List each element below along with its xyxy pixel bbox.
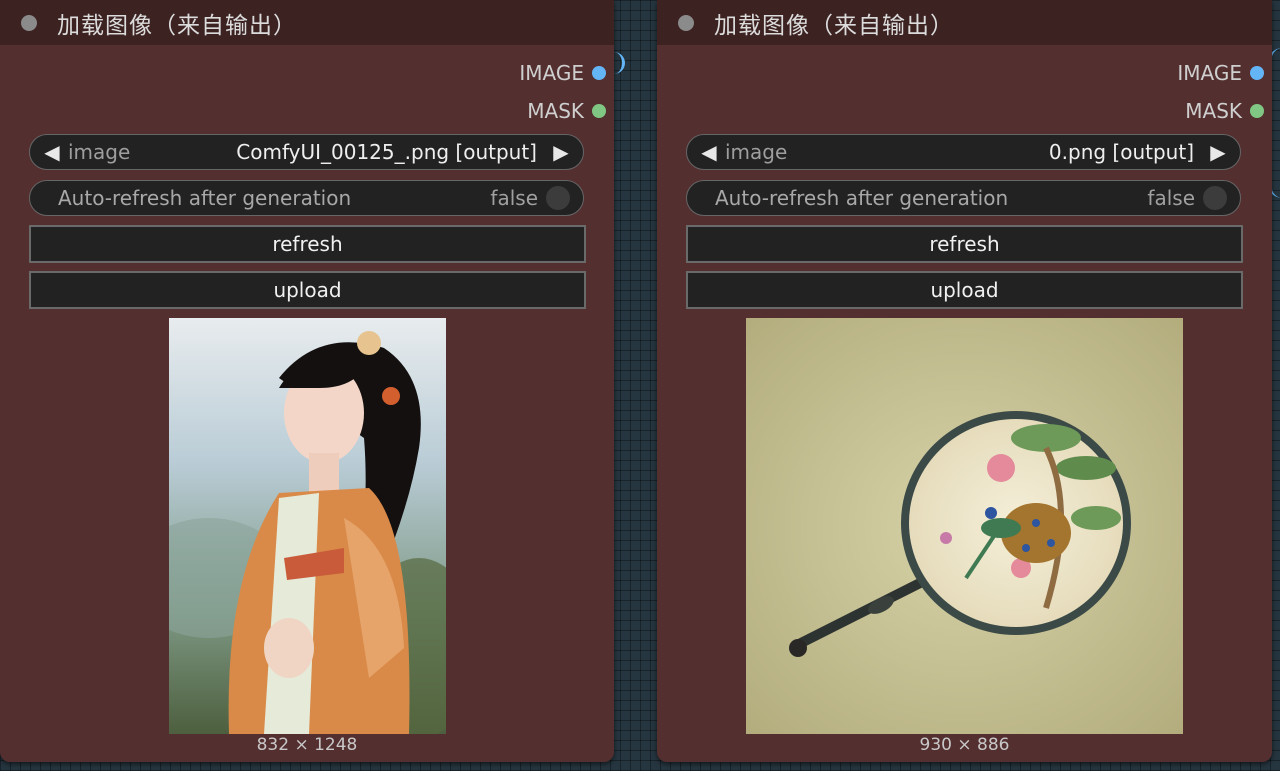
node-title: 加载图像（来自输出） bbox=[57, 12, 297, 39]
output-mask[interactable]: MASK bbox=[527, 99, 606, 123]
image-preview bbox=[746, 318, 1183, 734]
refresh-button[interactable]: refresh bbox=[686, 225, 1243, 263]
output-mask-socket[interactable] bbox=[1250, 104, 1264, 118]
node-title: 加载图像（来自输出） bbox=[714, 12, 954, 39]
auto-refresh-toggle[interactable]: Auto-refresh after generation false bbox=[29, 180, 584, 216]
toggle-knob[interactable] bbox=[1203, 186, 1227, 210]
portrait-image bbox=[169, 318, 446, 734]
combo-name: image bbox=[725, 140, 788, 164]
image-combo-widget[interactable]: ◀ image ComfyUI_00125_.png [output] ▶ bbox=[29, 134, 584, 170]
combo-value[interactable]: ComfyUI_00125_.png [output] bbox=[130, 140, 537, 164]
upload-button[interactable]: upload bbox=[686, 271, 1243, 309]
combo-next-arrow-icon[interactable]: ▶ bbox=[547, 140, 575, 164]
refresh-button[interactable]: refresh bbox=[29, 225, 586, 263]
upload-button[interactable]: upload bbox=[29, 271, 586, 309]
output-image-label: IMAGE bbox=[1177, 61, 1242, 85]
image-preview bbox=[169, 318, 446, 734]
toggle-value: false bbox=[490, 186, 538, 210]
combo-prev-arrow-icon[interactable]: ◀ bbox=[38, 140, 66, 164]
fan-image bbox=[746, 318, 1183, 734]
toggle-label: Auto-refresh after generation bbox=[715, 186, 1009, 210]
output-image[interactable]: IMAGE bbox=[519, 61, 606, 85]
node-title-bar[interactable]: 加载图像（来自输出） bbox=[0, 0, 614, 45]
preview-dimensions: 930 × 886 bbox=[919, 735, 1010, 755]
output-image[interactable]: IMAGE bbox=[1177, 61, 1264, 85]
combo-name: image bbox=[68, 140, 131, 164]
toggle-knob[interactable] bbox=[546, 186, 570, 210]
preview-dimensions: 832 × 1248 bbox=[256, 735, 358, 755]
combo-next-arrow-icon[interactable]: ▶ bbox=[1204, 140, 1232, 164]
output-mask-socket[interactable] bbox=[592, 104, 606, 118]
toggle-value: false bbox=[1147, 186, 1195, 210]
load-image-node-1[interactable]: 加载图像（来自输出） IMAGE MASK ◀ image ComfyUI_00… bbox=[0, 0, 614, 762]
combo-prev-arrow-icon[interactable]: ◀ bbox=[695, 140, 723, 164]
auto-refresh-toggle[interactable]: Auto-refresh after generation false bbox=[686, 180, 1241, 216]
node-title-bar[interactable]: 加载图像（来自输出） bbox=[657, 0, 1272, 45]
output-image-socket[interactable] bbox=[1250, 66, 1264, 80]
output-mask-label: MASK bbox=[1185, 99, 1242, 123]
combo-value[interactable]: 0.png [output] bbox=[787, 140, 1194, 164]
node-collapse-dot[interactable] bbox=[678, 14, 694, 31]
image-combo-widget[interactable]: ◀ image 0.png [output] ▶ bbox=[686, 134, 1241, 170]
output-image-label: IMAGE bbox=[519, 61, 584, 85]
node-collapse-dot[interactable] bbox=[21, 14, 37, 31]
output-mask-label: MASK bbox=[527, 99, 584, 123]
output-mask[interactable]: MASK bbox=[1185, 99, 1264, 123]
output-image-socket[interactable] bbox=[592, 66, 606, 80]
toggle-label: Auto-refresh after generation bbox=[58, 186, 352, 210]
load-image-node-2[interactable]: 加载图像（来自输出） IMAGE MASK ◀ image 0.png [out… bbox=[657, 0, 1272, 762]
